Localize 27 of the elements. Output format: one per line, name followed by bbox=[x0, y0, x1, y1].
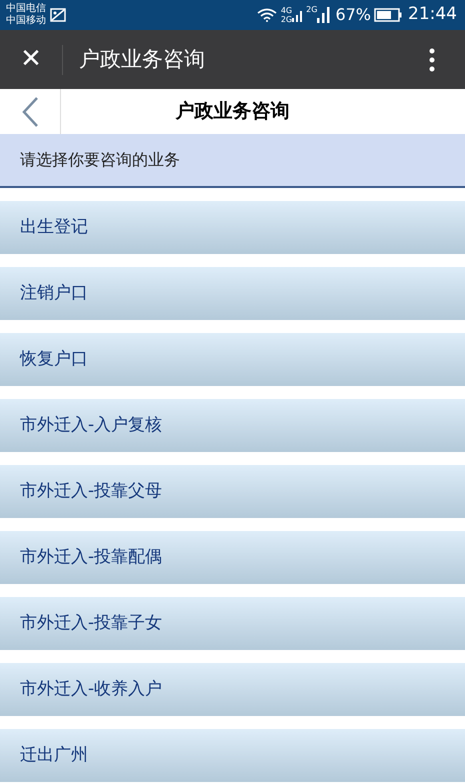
battery-icon bbox=[374, 8, 402, 22]
service-item[interactable]: 市外迁入-投靠子女 bbox=[0, 597, 465, 650]
network-label: 2G bbox=[306, 4, 318, 16]
battery-percent: 67% bbox=[335, 4, 371, 26]
image-icon bbox=[50, 8, 66, 22]
network-label: 2G bbox=[280, 15, 292, 24]
close-button[interactable]: ✕ bbox=[0, 30, 62, 89]
carrier-name: 中国电信 bbox=[6, 3, 46, 14]
service-item[interactable]: 市外迁入-入户复核 bbox=[0, 399, 465, 452]
service-item[interactable]: 注销户口 bbox=[0, 267, 465, 320]
clock: 21:44 bbox=[408, 3, 457, 26]
signal-icon bbox=[292, 8, 302, 22]
service-item[interactable]: 恢复户口 bbox=[0, 333, 465, 386]
service-item[interactable]: 出生登记 bbox=[0, 201, 465, 254]
header-title: 户政业务咨询 bbox=[174, 99, 290, 124]
service-item[interactable]: 市外迁入-投靠父母 bbox=[0, 465, 465, 518]
signal-icon bbox=[317, 7, 332, 23]
back-icon bbox=[21, 96, 39, 128]
service-item[interactable]: 市外迁入-投靠配偶 bbox=[0, 531, 465, 584]
prompt-text: 请选择你要咨询的业务 bbox=[0, 134, 465, 188]
wifi-icon bbox=[256, 8, 277, 22]
service-item[interactable]: 市外迁入-收养入户 bbox=[0, 663, 465, 716]
service-item[interactable]: 迁出广州 bbox=[0, 729, 465, 782]
more-icon[interactable] bbox=[429, 48, 435, 72]
carrier-name: 中国移动 bbox=[6, 15, 46, 27]
network-label: 4G bbox=[280, 6, 292, 15]
page-title: 户政业务咨询 bbox=[79, 46, 206, 73]
